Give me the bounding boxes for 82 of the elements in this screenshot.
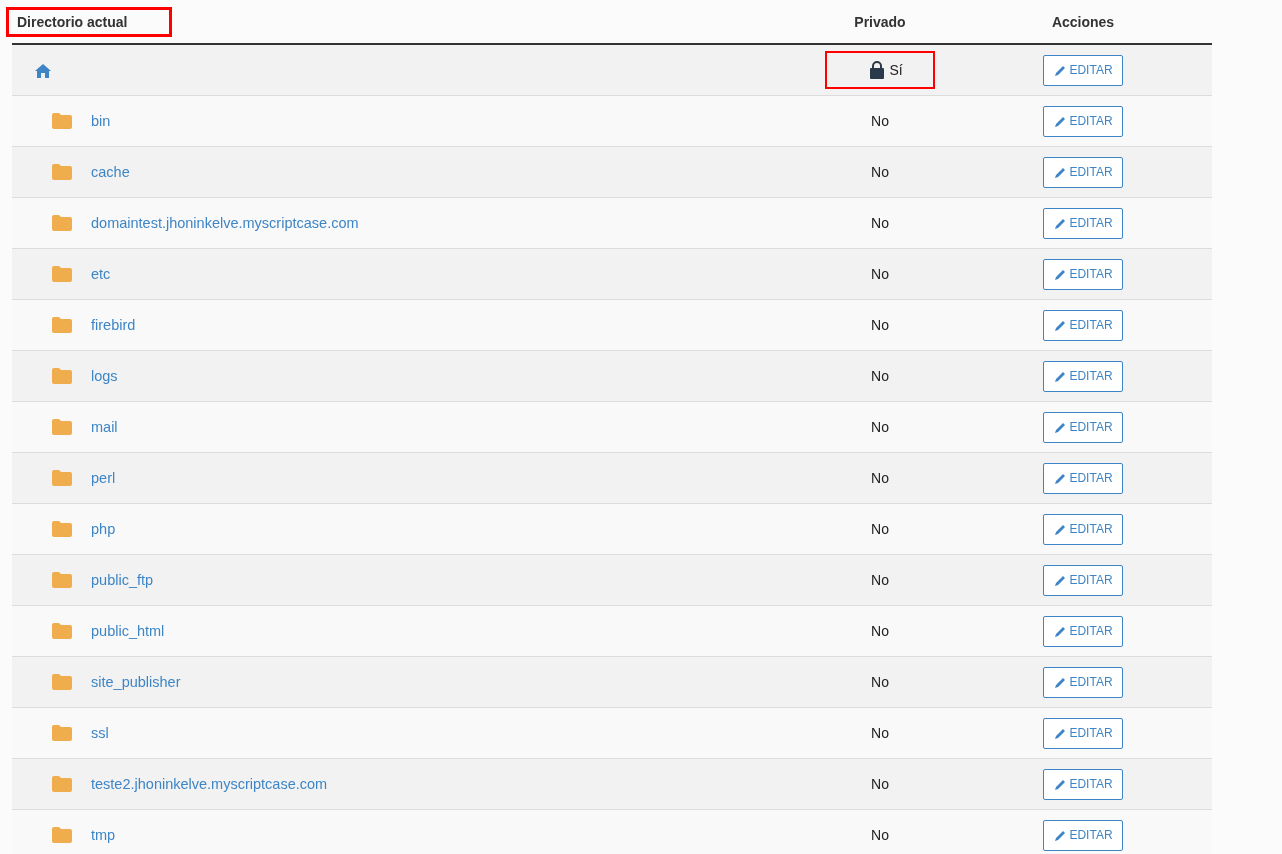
- privacy-status: No: [871, 368, 889, 384]
- folder-icon: [52, 725, 72, 741]
- pencil-icon: [1053, 369, 1067, 383]
- privacy-status: No: [871, 521, 889, 537]
- folder-link[interactable]: ssl: [91, 725, 109, 741]
- folder-link[interactable]: site_publisher: [91, 674, 181, 690]
- folder-link[interactable]: bin: [91, 113, 111, 129]
- privacy-status: No: [871, 470, 889, 486]
- folder-link[interactable]: cache: [91, 164, 130, 180]
- folder-icon: [52, 521, 72, 537]
- folder-link[interactable]: domaintest.jhoninkelve.myscriptcase.com: [91, 215, 359, 231]
- column-header: Privado: [853, 12, 907, 32]
- privacy-status: No: [871, 827, 889, 843]
- pencil-icon: [1053, 114, 1067, 128]
- folder-link[interactable]: public_ftp: [91, 572, 154, 588]
- pencil-icon: [1053, 63, 1067, 77]
- edit-button[interactable]: EDITAR: [1043, 717, 1123, 749]
- privacy-status: No: [871, 266, 889, 282]
- pencil-icon: [1053, 522, 1067, 536]
- folder-link[interactable]: logs: [91, 368, 118, 384]
- folder-icon: [52, 266, 72, 282]
- pencil-icon: [1053, 828, 1067, 842]
- folder-link[interactable]: etc: [91, 266, 111, 282]
- pencil-icon: [1053, 267, 1067, 281]
- privacy-status: No: [871, 215, 889, 231]
- folder-link[interactable]: perl: [91, 470, 116, 486]
- edit-button[interactable]: EDITAR: [1043, 666, 1123, 698]
- pencil-icon: [1053, 420, 1067, 434]
- home-icon: [35, 62, 51, 78]
- folder-link[interactable]: tmp: [91, 827, 116, 843]
- edit-button[interactable]: EDITAR: [1043, 258, 1123, 290]
- privacy-status: No: [871, 164, 889, 180]
- pencil-icon: [1053, 675, 1067, 689]
- folder-icon: [52, 827, 72, 843]
- pencil-icon: [1053, 777, 1067, 791]
- folder-link[interactable]: firebird: [91, 317, 136, 333]
- pencil-icon: [1053, 573, 1067, 587]
- privacy-status: No: [871, 776, 889, 792]
- privacy-status: No: [871, 674, 889, 690]
- edit-button[interactable]: EDITAR: [1043, 105, 1123, 137]
- edit-button[interactable]: EDITAR: [1043, 819, 1123, 851]
- folder-link[interactable]: teste2.jhoninkelve.myscriptcase.com: [91, 776, 328, 792]
- folder-icon: [52, 419, 72, 435]
- pencil-icon: [1053, 471, 1067, 485]
- folder-icon: [52, 470, 72, 486]
- folder-icon: [52, 164, 72, 180]
- edit-button[interactable]: EDITAR: [1043, 564, 1123, 596]
- pencil-icon: [1053, 165, 1067, 179]
- folder-icon: [52, 317, 72, 333]
- folder-icon: [52, 215, 72, 231]
- edit-button[interactable]: EDITAR: [1043, 360, 1123, 392]
- pencil-icon: [1053, 318, 1067, 332]
- pencil-icon: [1053, 624, 1067, 638]
- privacy-status: No: [871, 725, 889, 741]
- column-header: Directorio actual: [9, 9, 170, 34]
- edit-button[interactable]: EDITAR: [1043, 156, 1123, 188]
- privacy-status: No: [871, 113, 889, 129]
- folder-icon: [52, 368, 72, 384]
- folder-link[interactable]: php: [91, 521, 116, 537]
- folder-icon: [52, 674, 72, 690]
- privacy-status: No: [871, 623, 889, 639]
- edit-button[interactable]: EDITAR: [1043, 309, 1123, 341]
- edit-button[interactable]: EDITAR: [1043, 513, 1123, 545]
- folder-link[interactable]: mail: [91, 419, 118, 435]
- privacy-status: No: [871, 572, 889, 588]
- folder-link[interactable]: public_html: [91, 623, 165, 639]
- pencil-icon: [1053, 216, 1067, 230]
- privacy-status: Sí: [889, 62, 903, 78]
- privacy-status: No: [871, 419, 889, 435]
- edit-button[interactable]: EDITAR: [1043, 768, 1123, 800]
- edit-button[interactable]: EDITAR: [1043, 207, 1123, 239]
- edit-button[interactable]: EDITAR: [1043, 615, 1123, 647]
- folder-icon: [52, 776, 72, 792]
- privacy-status: No: [871, 317, 889, 333]
- folder-icon: [52, 623, 72, 639]
- column-header: Acciones: [1050, 12, 1116, 32]
- folder-icon: [52, 113, 72, 129]
- pencil-icon: [1053, 726, 1067, 740]
- edit-button[interactable]: EDITAR: [1043, 54, 1123, 86]
- edit-button[interactable]: EDITAR: [1043, 411, 1123, 443]
- edit-button[interactable]: EDITAR: [1043, 462, 1123, 494]
- folder-icon: [52, 572, 72, 588]
